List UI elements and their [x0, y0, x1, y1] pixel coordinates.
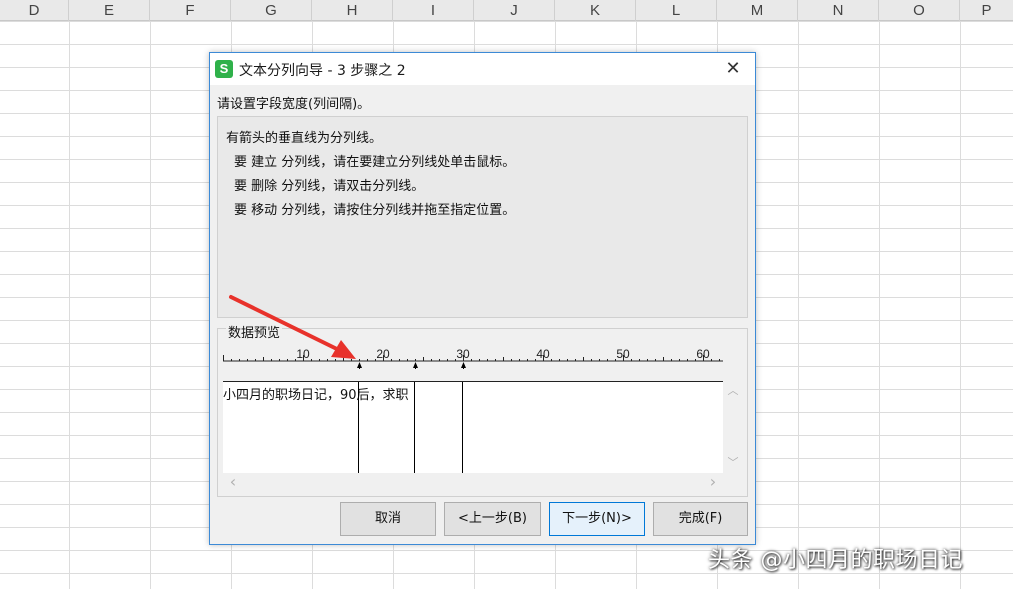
column-header[interactable]: N: [798, 0, 879, 21]
column-header[interactable]: O: [879, 0, 960, 21]
ruler-label: 40: [536, 347, 550, 361]
info-line: 要 移动 分列线，请按住分列线并拖至指定位置。: [234, 203, 516, 218]
column-header[interactable]: E: [69, 0, 150, 21]
column-break-line[interactable]: [358, 382, 359, 473]
ruler-label: 60: [696, 347, 710, 361]
watermark: 头条 @小四月的职场日记: [708, 548, 963, 573]
ruler-label: 20: [376, 347, 390, 361]
ruler-label: 10: [296, 347, 310, 361]
horizontal-scrollbar[interactable]: ‹ ›: [223, 473, 723, 491]
data-preview-group: 数据预览 10 20 30 40 50 60 小四月的职场日记，90后，求职 ︿…: [217, 322, 748, 497]
scroll-left-icon[interactable]: ‹: [223, 474, 243, 490]
preview-label: 数据预览: [226, 322, 283, 341]
column-header[interactable]: D: [0, 0, 69, 21]
back-button[interactable]: <上一步(B): [444, 502, 541, 536]
column-header[interactable]: L: [636, 0, 717, 21]
info-line: 要 删除 分列线，请双击分列线。: [234, 179, 425, 194]
preview-area[interactable]: 小四月的职场日记，90后，求职: [223, 381, 723, 473]
ruler-label: 50: [616, 347, 630, 361]
column-header[interactable]: K: [555, 0, 636, 21]
column-break-line[interactable]: [462, 382, 463, 473]
dialog-titlebar[interactable]: S 文本分列向导 - 3 步骤之 2 ✕: [210, 53, 755, 85]
column-header[interactable]: F: [150, 0, 231, 21]
column-header[interactable]: J: [474, 0, 555, 21]
cancel-button[interactable]: 取消: [340, 502, 436, 536]
column-ruler[interactable]: 10 20 30 40 50 60: [223, 345, 723, 369]
info-line: 要 建立 分列线，请在要建立分列线处单击鼠标。: [234, 155, 516, 170]
next-button[interactable]: 下一步(N)>: [549, 502, 645, 536]
column-header-bar: D E F G H I J K L M N O P: [0, 0, 1013, 21]
text-to-columns-dialog: S 文本分列向导 - 3 步骤之 2 ✕ 请设置字段宽度(列间隔)。 有箭头的垂…: [209, 52, 756, 545]
dialog-title: 文本分列向导 - 3 步骤之 2: [239, 63, 406, 79]
close-icon[interactable]: ✕: [722, 59, 744, 79]
column-header[interactable]: I: [393, 0, 474, 21]
spreadsheet-app-icon: S: [215, 60, 233, 78]
finish-button[interactable]: 完成(F): [653, 502, 748, 536]
column-header[interactable]: G: [231, 0, 312, 21]
instruction-text: 请设置字段宽度(列间隔)。: [217, 97, 371, 112]
scroll-right-icon[interactable]: ›: [703, 474, 723, 490]
scroll-down-icon[interactable]: ﹀: [723, 455, 743, 471]
column-header[interactable]: H: [312, 0, 393, 21]
ruler-label: 30: [456, 347, 470, 361]
column-break-line[interactable]: [414, 382, 415, 473]
column-header[interactable]: M: [717, 0, 798, 21]
preview-text: 小四月的职场日记，90后，求职: [223, 388, 409, 403]
scroll-up-icon[interactable]: ︿: [723, 383, 743, 399]
info-box: 有箭头的垂直线为分列线。 要 建立 分列线，请在要建立分列线处单击鼠标。 要 删…: [217, 116, 748, 318]
column-header[interactable]: P: [960, 0, 1013, 21]
info-line: 有箭头的垂直线为分列线。: [226, 131, 383, 146]
vertical-scrollbar[interactable]: ︿ ﹀: [723, 381, 743, 473]
